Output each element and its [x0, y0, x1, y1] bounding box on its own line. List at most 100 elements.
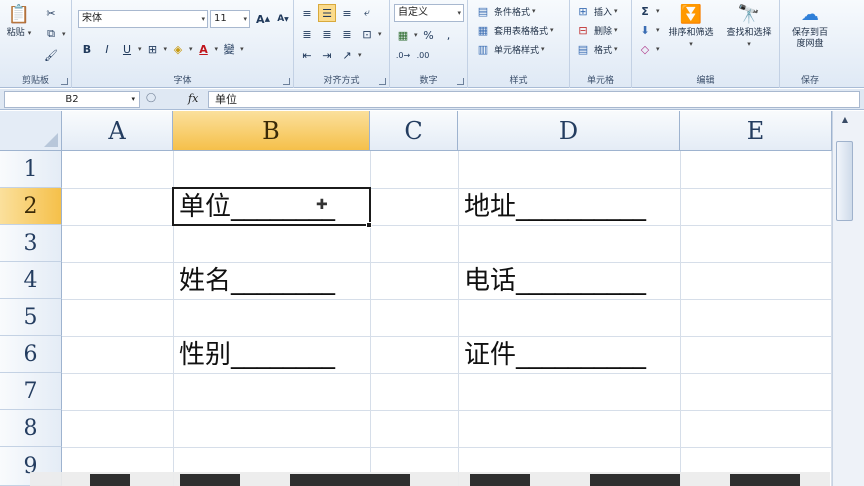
align-center-icon[interactable]: ≣ — [318, 25, 336, 43]
chevron-down-icon: ▾ — [201, 15, 205, 23]
row-header-1[interactable]: 1 — [0, 151, 62, 188]
format-painter-icon[interactable]: 🖌 — [42, 46, 60, 64]
align-top-icon[interactable]: ≡ — [298, 4, 316, 22]
styles-group: ▤ 条件格式 ▾ ▦ 套用表格格式 ▾ ▥ 单元格样式 ▾ 样式 — [468, 0, 570, 88]
format-button[interactable]: ▤ 格式 ▾ — [574, 40, 618, 58]
format-as-table-button[interactable]: ▦ 套用表格格式 ▾ — [474, 21, 554, 39]
row-header-4[interactable]: 4 — [0, 262, 62, 299]
chevron-down-icon: ▾ — [747, 40, 751, 48]
chevron-down-icon: ▾ — [532, 7, 536, 15]
chevron-down-icon: ▾ — [62, 30, 66, 38]
column-header-e[interactable]: E — [680, 111, 832, 151]
scroll-thumb[interactable] — [836, 141, 853, 221]
vertical-scrollbar[interactable]: ▲ — [832, 111, 864, 486]
name-box[interactable]: B2 ▾ — [4, 91, 140, 108]
gridline — [680, 151, 681, 486]
column-header-d[interactable]: D — [458, 111, 680, 151]
chevron-down-icon: ▾ — [457, 9, 461, 17]
dialog-launcher-icon[interactable] — [61, 78, 68, 85]
cloud-icon: ☁ — [801, 4, 819, 25]
font-color-button[interactable]: A — [195, 40, 213, 58]
formula-input[interactable]: 单位 — [208, 91, 860, 108]
chevron-down-icon: ▾ — [689, 40, 693, 48]
cell-b6[interactable]: 性别________ — [173, 338, 335, 372]
fill-icon[interactable]: ⬇ — [636, 21, 654, 39]
decrease-decimal-icon[interactable]: .00 — [414, 46, 432, 64]
grow-font-button[interactable]: A ▲ — [254, 10, 272, 28]
gridline — [62, 336, 832, 337]
wrap-text-icon[interactable]: ⤶ — [358, 4, 376, 22]
insert-function-button[interactable]: fx — [188, 92, 198, 105]
row-header-2[interactable]: 2 — [0, 188, 62, 225]
dialog-launcher-icon[interactable] — [457, 78, 464, 85]
dialog-launcher-icon[interactable] — [379, 78, 386, 85]
row-header-8[interactable]: 8 — [0, 410, 62, 447]
currency-icon[interactable]: ▦ — [394, 26, 412, 44]
styles-group-label: 样式 — [509, 76, 528, 86]
clipboard-icon: 📋 — [7, 4, 31, 25]
row-header-6[interactable]: 6 — [0, 336, 62, 373]
fill-handle[interactable] — [366, 222, 372, 228]
font-name-combo[interactable]: 宋体 ▾ — [78, 10, 208, 28]
formula-bar: B2 ▾ ◯ fx 单位 — [0, 89, 864, 110]
autosum-icon[interactable]: Σ — [636, 2, 654, 20]
row-header-3[interactable]: 3 — [0, 225, 62, 262]
gridline — [62, 410, 832, 411]
formula-bar-expander-icon[interactable]: ◯ — [146, 93, 156, 103]
select-all-button[interactable] — [0, 111, 62, 151]
underline-button[interactable]: U — [118, 40, 136, 58]
alignment-group-label: 对齐方式 — [323, 76, 360, 86]
increase-decimal-icon[interactable]: .0→ — [394, 46, 412, 64]
dialog-launcher-icon[interactable] — [283, 78, 290, 85]
cell-d6[interactable]: 证件__________ — [458, 338, 646, 372]
clear-icon[interactable]: ◇ — [636, 40, 654, 58]
increase-indent-icon[interactable]: ⇥ — [318, 46, 336, 64]
chevron-down-icon: ▾ — [656, 26, 660, 34]
save-to-baidu-button[interactable]: ☁ 保存到百 度网盘 — [782, 4, 838, 50]
sort-filter-button[interactable]: ⏬ 排序和筛选 ▾ — [662, 4, 720, 50]
insert-button[interactable]: ⊞ 插入 ▾ — [574, 2, 617, 20]
chevron-down-icon: ▾ — [614, 45, 618, 53]
gridline — [62, 447, 832, 448]
conditional-format-button[interactable]: ▤ 条件格式 ▾ — [474, 2, 536, 20]
align-middle-icon[interactable]: ☰ — [318, 4, 336, 22]
bold-button[interactable]: B — [78, 40, 96, 58]
copy-icon[interactable]: ⧉ — [42, 25, 60, 43]
column-header-b[interactable]: B — [173, 111, 370, 151]
align-right-icon[interactable]: ≣ — [338, 25, 356, 43]
column-header-a[interactable]: A — [62, 111, 173, 151]
merge-center-icon[interactable]: ⊡ — [358, 25, 376, 43]
chevron-down-icon: ▾ — [138, 45, 142, 53]
decrease-indent-icon[interactable]: ⇤ — [298, 46, 316, 64]
caption-overlay — [30, 472, 830, 486]
scroll-up-icon[interactable]: ▲ — [837, 115, 853, 129]
cell-d4[interactable]: 电话__________ — [458, 264, 646, 298]
borders-icon[interactable]: ⊞ — [144, 40, 162, 58]
chevron-down-icon: ▾ — [656, 7, 660, 15]
row-header-7[interactable]: 7 — [0, 373, 62, 410]
row-header-5[interactable]: 5 — [0, 299, 62, 336]
chevron-down-icon: ▾ — [27, 29, 32, 37]
comma-button[interactable]: , — [440, 26, 458, 44]
shrink-font-button[interactable]: A ▼ — [274, 10, 292, 28]
delete-button[interactable]: ⊟ 删除 ▾ — [574, 21, 617, 39]
chevron-down-icon: ▾ — [414, 31, 418, 39]
find-select-button[interactable]: 🔭 查找和选择 ▾ — [720, 4, 778, 50]
fill-color-icon[interactable]: ◈ — [169, 40, 187, 58]
cut-icon[interactable]: ✂ — [42, 4, 60, 22]
font-size-combo[interactable]: 11 ▾ — [210, 10, 250, 28]
cell-d2[interactable]: 地址__________ — [458, 190, 646, 224]
cell-styles-button[interactable]: ▥ 单元格样式 ▾ — [474, 40, 545, 58]
paste-button[interactable]: 📋 粘贴 ▾ — [4, 4, 34, 39]
italic-button[interactable]: I — [98, 40, 116, 58]
sort-filter-icon: ⏬ — [679, 4, 703, 25]
number-format-combo[interactable]: 自定义 ▾ — [394, 4, 464, 22]
orientation-icon[interactable]: ↗ — [338, 46, 356, 64]
font-group: 宋体 ▾ 11 ▾ A ▲ A ▼ B I U ▾ ⊞ ▾ ◈ ▾ A ▾ 變 ▾ 字体 — [72, 0, 294, 88]
phonetic-button[interactable]: 變 — [220, 40, 238, 58]
align-left-icon[interactable]: ≣ — [298, 25, 316, 43]
percent-button[interactable]: % — [420, 26, 438, 44]
cell-b4[interactable]: 姓名________ — [173, 264, 335, 298]
column-header-c[interactable]: C — [370, 111, 458, 151]
align-bottom-icon[interactable]: ≡ — [338, 4, 356, 22]
